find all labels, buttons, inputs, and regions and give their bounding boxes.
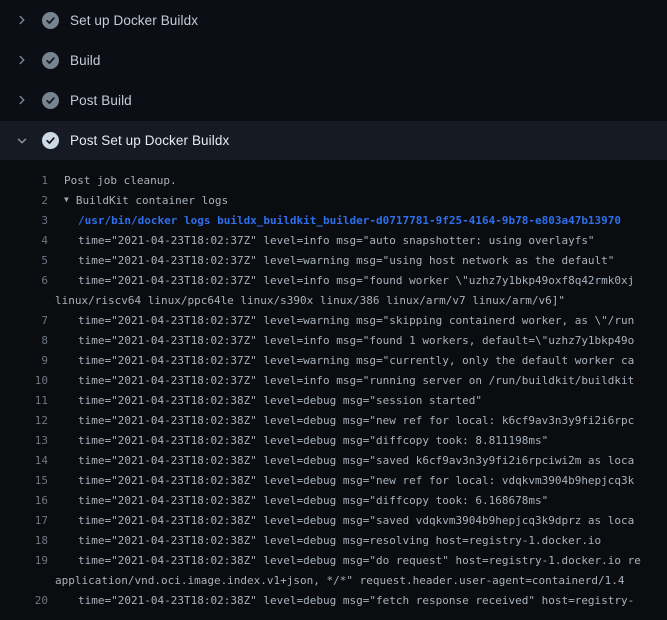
line-number[interactable] xyxy=(0,291,48,311)
log-text: application/vnd.oci.image.index.v1+json,… xyxy=(48,571,667,591)
chevron-right-icon[interactable] xyxy=(14,93,29,108)
log-row: 8 time="2021-04-23T18:02:37Z" level=info… xyxy=(0,331,667,351)
step-row-post-set-up-docker-buildx[interactable]: Post Set up Docker Buildx xyxy=(0,121,667,160)
line-number[interactable]: 3 xyxy=(0,211,48,231)
log-text: time="2021-04-23T18:02:38Z" level=debug … xyxy=(48,551,667,571)
check-circle-icon xyxy=(42,92,59,109)
log-row: 11 time="2021-04-23T18:02:38Z" level=deb… xyxy=(0,391,667,411)
chevron-right-icon[interactable] xyxy=(14,13,29,28)
log-row: 16 time="2021-04-23T18:02:38Z" level=deb… xyxy=(0,491,667,511)
log-row: 2 ▼BuildKit container logs xyxy=(0,191,667,211)
line-number[interactable]: 13 xyxy=(0,431,48,451)
log-text: time="2021-04-23T18:02:37Z" level=info m… xyxy=(48,371,667,391)
log-row: 12 time="2021-04-23T18:02:38Z" level=deb… xyxy=(0,411,667,431)
line-number[interactable]: 17 xyxy=(0,511,48,531)
line-number[interactable]: 10 xyxy=(0,371,48,391)
log-text: time="2021-04-23T18:02:37Z" level=info m… xyxy=(48,271,667,291)
line-number[interactable]: 14 xyxy=(0,451,48,471)
line-number[interactable] xyxy=(0,571,48,591)
log-row: 3 /usr/bin/docker logs buildx_buildkit_b… xyxy=(0,211,667,231)
check-circle-icon xyxy=(42,52,59,69)
step-row-build[interactable]: Build xyxy=(0,40,667,80)
log-text: time="2021-04-23T18:02:38Z" level=debug … xyxy=(48,431,667,451)
log-row: 19 time="2021-04-23T18:02:38Z" level=deb… xyxy=(0,551,667,571)
log-row: 18 time="2021-04-23T18:02:38Z" level=deb… xyxy=(0,531,667,551)
log-area: 1 Post job cleanup. 2 ▼BuildKit containe… xyxy=(0,160,667,620)
log-row: 15 time="2021-04-23T18:02:38Z" level=deb… xyxy=(0,471,667,491)
log-row: 6 time="2021-04-23T18:02:37Z" level=info… xyxy=(0,271,667,291)
step-label: Post Build xyxy=(70,93,132,108)
line-number[interactable]: 11 xyxy=(0,391,48,411)
log-text[interactable]: ▼BuildKit container logs xyxy=(48,191,667,211)
chevron-down-icon[interactable] xyxy=(14,133,29,148)
line-number[interactable]: 8 xyxy=(0,331,48,351)
line-number[interactable]: 20 xyxy=(0,591,48,611)
steps-list: Set up Docker Buildx Build Post Build Po… xyxy=(0,0,667,160)
group-collapse-triangle-icon[interactable]: ▼ xyxy=(64,191,69,210)
chevron-right-icon[interactable] xyxy=(14,53,29,68)
log-row: application/vnd.oci.image.index.v1+json,… xyxy=(0,571,667,591)
log-row: 5 time="2021-04-23T18:02:37Z" level=warn… xyxy=(0,251,667,271)
log-text: linux/riscv64 linux/ppc64le linux/s390x … xyxy=(48,291,667,311)
log-row: 1 Post job cleanup. xyxy=(0,171,667,191)
log-text: time="2021-04-23T18:02:37Z" level=info m… xyxy=(48,231,667,251)
line-number[interactable]: 2 xyxy=(0,191,48,211)
log-text: time="2021-04-23T18:02:38Z" level=debug … xyxy=(48,471,667,491)
line-number[interactable]: 16 xyxy=(0,491,48,511)
step-row-post-build[interactable]: Post Build xyxy=(0,80,667,120)
log-text: /usr/bin/docker logs buildx_buildkit_bui… xyxy=(48,211,667,231)
log-row: 14 time="2021-04-23T18:02:38Z" level=deb… xyxy=(0,451,667,471)
log-text: time="2021-04-23T18:02:37Z" level=warnin… xyxy=(48,311,667,331)
log-text: time="2021-04-23T18:02:37Z" level=warnin… xyxy=(48,351,667,371)
line-number[interactable]: 18 xyxy=(0,531,48,551)
line-number[interactable]: 1 xyxy=(0,171,48,191)
log-text: time="2021-04-23T18:02:38Z" level=debug … xyxy=(48,511,667,531)
step-label: Post Set up Docker Buildx xyxy=(70,133,229,148)
log-row: 17 time="2021-04-23T18:02:38Z" level=deb… xyxy=(0,511,667,531)
check-circle-icon xyxy=(42,132,59,149)
line-number[interactable]: 19 xyxy=(0,551,48,571)
log-text: time="2021-04-23T18:02:38Z" level=debug … xyxy=(48,591,667,611)
line-number[interactable]: 4 xyxy=(0,231,48,251)
line-number[interactable]: 15 xyxy=(0,471,48,491)
log-text: time="2021-04-23T18:02:38Z" level=debug … xyxy=(48,391,667,411)
check-circle-icon xyxy=(42,12,59,29)
log-text: time="2021-04-23T18:02:38Z" level=debug … xyxy=(48,411,667,431)
log-text: time="2021-04-23T18:02:38Z" level=debug … xyxy=(48,491,667,511)
line-number[interactable]: 7 xyxy=(0,311,48,331)
line-number[interactable]: 9 xyxy=(0,351,48,371)
step-label: Build xyxy=(70,53,101,68)
log-text: time="2021-04-23T18:02:37Z" level=info m… xyxy=(48,331,667,351)
log-row: linux/riscv64 linux/ppc64le linux/s390x … xyxy=(0,291,667,311)
log-row: 9 time="2021-04-23T18:02:37Z" level=warn… xyxy=(0,351,667,371)
line-number[interactable]: 12 xyxy=(0,411,48,431)
log-row: 7 time="2021-04-23T18:02:37Z" level=warn… xyxy=(0,311,667,331)
log-text: time="2021-04-23T18:02:38Z" level=debug … xyxy=(48,531,667,551)
log-text: Post job cleanup. xyxy=(48,171,667,191)
log-text: time="2021-04-23T18:02:38Z" level=debug … xyxy=(48,451,667,471)
log-row: 4 time="2021-04-23T18:02:37Z" level=info… xyxy=(0,231,667,251)
log-row: 20 time="2021-04-23T18:02:38Z" level=deb… xyxy=(0,591,667,611)
log-row: 13 time="2021-04-23T18:02:38Z" level=deb… xyxy=(0,431,667,451)
log-text: time="2021-04-23T18:02:37Z" level=warnin… xyxy=(48,251,667,271)
log-row: 10 time="2021-04-23T18:02:37Z" level=inf… xyxy=(0,371,667,391)
line-number[interactable]: 6 xyxy=(0,271,48,291)
step-label: Set up Docker Buildx xyxy=(70,13,198,28)
step-row-set-up-docker-buildx[interactable]: Set up Docker Buildx xyxy=(0,0,667,40)
line-number[interactable]: 5 xyxy=(0,251,48,271)
